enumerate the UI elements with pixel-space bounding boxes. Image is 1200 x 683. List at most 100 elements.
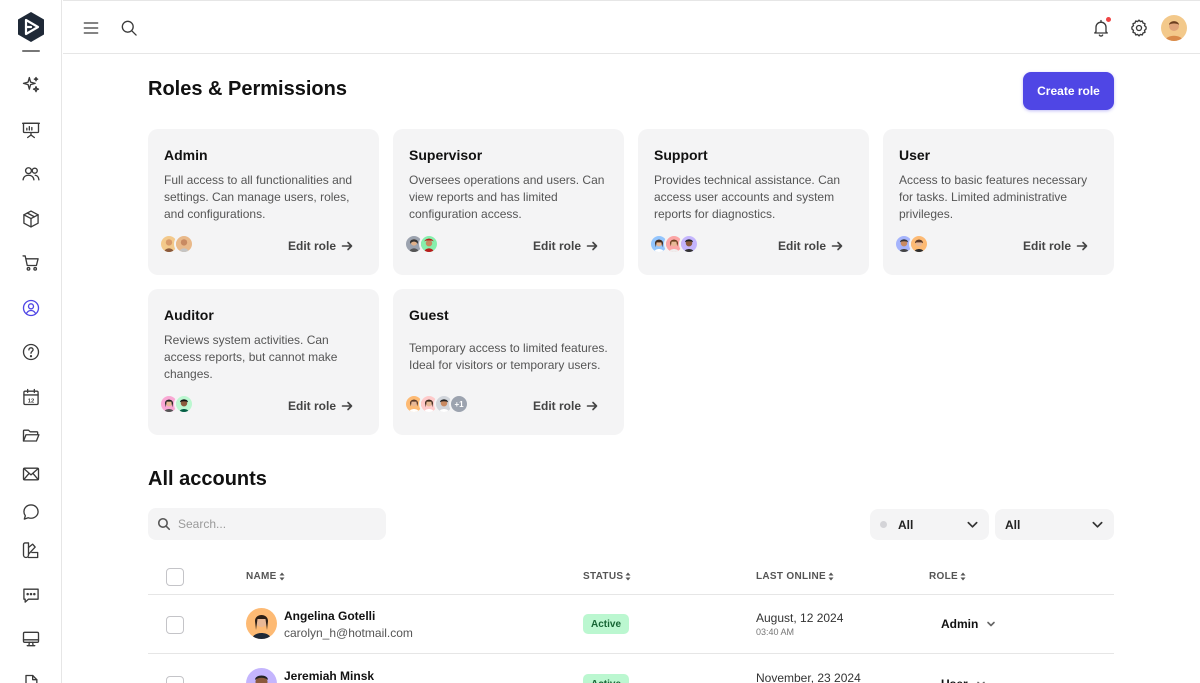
arrow-right-icon bbox=[831, 241, 843, 251]
edit-role-link[interactable]: Edit role bbox=[533, 399, 598, 413]
row-checkbox[interactable] bbox=[166, 616, 184, 634]
status-badge: Active bbox=[583, 674, 630, 683]
sparkles-icon[interactable] bbox=[20, 74, 42, 96]
cart-icon[interactable] bbox=[20, 252, 42, 274]
role-description: Oversees operations and users. Can view … bbox=[409, 173, 605, 221]
status-filter-select[interactable]: All bbox=[870, 509, 989, 540]
role-card-supervisor: Supervisor Oversees operations and users… bbox=[393, 129, 624, 275]
edit-role-link[interactable]: Edit role bbox=[288, 399, 353, 413]
sort-icon bbox=[828, 572, 834, 581]
last-online-time: 03:40 AM bbox=[756, 627, 795, 637]
search-icon bbox=[157, 517, 171, 531]
status-dot bbox=[880, 521, 887, 528]
mail-icon[interactable] bbox=[20, 463, 42, 485]
role-description: Access to basic features necessary for t… bbox=[899, 173, 1088, 221]
sort-icon bbox=[279, 572, 285, 581]
create-role-button[interactable]: Create role bbox=[1023, 72, 1114, 110]
notification-badge bbox=[1105, 16, 1112, 23]
column-header-status[interactable]: STATUS bbox=[583, 571, 631, 582]
role-description: Reviews system activities. Can access re… bbox=[164, 333, 338, 381]
chat-bubble-icon[interactable] bbox=[20, 501, 42, 523]
sort-icon bbox=[625, 572, 631, 581]
status-badge: Active bbox=[583, 614, 630, 634]
edit-role-link[interactable]: Edit role bbox=[1023, 239, 1088, 253]
chevron-down-icon bbox=[976, 681, 985, 683]
avatar bbox=[909, 234, 929, 254]
role-value: Admin bbox=[941, 617, 979, 631]
presentation-icon[interactable] bbox=[20, 119, 42, 141]
app-logo-icon[interactable] bbox=[15, 11, 47, 43]
arrow-right-icon bbox=[341, 241, 353, 251]
column-label: NAME bbox=[246, 571, 277, 582]
edit-role-label: Edit role bbox=[1022, 239, 1071, 253]
account-email: carolyn_h@hotmail.com bbox=[284, 626, 413, 640]
avatar bbox=[679, 234, 699, 254]
edit-role-link[interactable]: Edit role bbox=[288, 239, 353, 253]
column-label: LAST ONLINE bbox=[756, 571, 826, 582]
sidebar-divider bbox=[22, 50, 40, 52]
row-checkbox[interactable] bbox=[166, 676, 184, 683]
avatar bbox=[246, 608, 277, 639]
last-online-date: August, 12 2024 bbox=[756, 611, 844, 625]
accounts-search[interactable] bbox=[148, 508, 386, 540]
status-filter-value: All bbox=[898, 517, 914, 532]
role-filter-select[interactable]: All bbox=[995, 509, 1114, 540]
edit-role-link[interactable]: Edit role bbox=[533, 239, 598, 253]
role-filter-value: All bbox=[1005, 517, 1021, 532]
gear-icon[interactable] bbox=[1127, 16, 1151, 40]
role-member-avatars bbox=[649, 234, 699, 254]
search-input[interactable] bbox=[178, 517, 378, 531]
bell-icon[interactable] bbox=[1089, 16, 1113, 40]
column-header-name[interactable]: NAME bbox=[246, 571, 285, 582]
role-member-avatars bbox=[159, 234, 194, 254]
monitor-icon[interactable] bbox=[20, 628, 42, 650]
folder-icon[interactable] bbox=[20, 425, 42, 447]
message-dots-icon[interactable] bbox=[20, 584, 42, 606]
role-select[interactable]: Admin bbox=[941, 617, 996, 631]
table-row[interactable]: Jeremiah Minsk Active November, 23 2024 … bbox=[148, 655, 1114, 683]
role-card-user: User Access to basic features necessary … bbox=[883, 129, 1114, 275]
topbar bbox=[63, 0, 1200, 54]
edit-role-label: Edit role bbox=[287, 399, 336, 413]
role-description: Provides technical assistance. Can acces… bbox=[654, 173, 841, 221]
column-header-role[interactable]: ROLE bbox=[929, 571, 966, 582]
box-icon[interactable] bbox=[20, 208, 42, 230]
edit-role-label: Edit role bbox=[777, 239, 826, 253]
arrow-right-icon bbox=[1076, 241, 1088, 251]
last-online-date: November, 23 2024 bbox=[756, 671, 861, 683]
user-avatar[interactable] bbox=[1161, 15, 1187, 41]
swatches-icon[interactable] bbox=[20, 539, 42, 561]
accounts-title: All accounts bbox=[148, 468, 267, 490]
role-description: Full access to all functionalities and s… bbox=[164, 173, 353, 221]
role-member-avatars bbox=[404, 234, 439, 254]
select-all-checkbox[interactable] bbox=[166, 568, 184, 586]
users-icon[interactable] bbox=[20, 163, 42, 185]
role-card-admin: Admin Full access to all functionalities… bbox=[148, 129, 379, 275]
role-card-auditor: Auditor Reviews system activities. Can a… bbox=[148, 289, 379, 435]
column-label: STATUS bbox=[583, 571, 624, 582]
role-description: Temporary access to limited features. Id… bbox=[409, 341, 608, 372]
role-name: Supervisor bbox=[409, 147, 483, 163]
role-value: User bbox=[941, 677, 968, 683]
column-header-last-online[interactable]: LAST ONLINE bbox=[756, 571, 834, 582]
avatar bbox=[419, 234, 439, 254]
more-members-count[interactable]: +1 bbox=[449, 394, 469, 414]
sidebar: 12 bbox=[0, 0, 62, 683]
role-name: Auditor bbox=[164, 307, 214, 323]
role-select[interactable]: User bbox=[941, 677, 986, 683]
role-card-support: Support Provides technical assistance. C… bbox=[638, 129, 869, 275]
document-icon[interactable] bbox=[20, 672, 42, 683]
arrow-right-icon bbox=[586, 241, 598, 251]
table-header: NAME STATUS LAST ONLINE ROLE bbox=[148, 563, 1114, 595]
user-circle-icon[interactable] bbox=[20, 297, 42, 319]
search-icon[interactable] bbox=[117, 16, 141, 40]
calendar-icon[interactable]: 12 bbox=[20, 386, 42, 408]
help-icon[interactable] bbox=[20, 341, 42, 363]
role-card-guest: Guest Temporary access to limited featur… bbox=[393, 289, 624, 435]
table-row[interactable]: Angelina Gotelli carolyn_h@hotmail.com A… bbox=[148, 595, 1114, 654]
menu-icon[interactable] bbox=[79, 16, 103, 40]
role-name: User bbox=[899, 147, 931, 163]
role-name: Support bbox=[654, 147, 708, 163]
edit-role-label: Edit role bbox=[532, 239, 581, 253]
edit-role-link[interactable]: Edit role bbox=[778, 239, 843, 253]
